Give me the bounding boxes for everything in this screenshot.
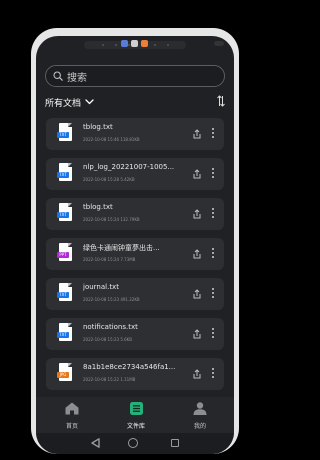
file-meta: 2022-10-08 15:24 132.79KB xyxy=(83,217,140,222)
share-icon[interactable] xyxy=(192,169,202,179)
status-app-icon xyxy=(141,40,148,47)
file-list-item[interactable]: TXT tblog.txt 2022-10-08 15:46 118.81KB xyxy=(46,118,224,150)
file-name: tblog.txt xyxy=(83,203,113,211)
file-icon: JPG xyxy=(57,363,73,383)
phone-frame: 搜索 所有文档 TXT tblog.txt 2022-10-08 15:46 118… xyxy=(31,28,239,454)
chevron-down-icon[interactable] xyxy=(85,99,94,105)
more-options-icon[interactable] xyxy=(212,368,214,378)
nav-home[interactable]: 首页 xyxy=(52,400,92,430)
back-icon[interactable] xyxy=(91,438,100,448)
file-type-badge: TXT xyxy=(57,172,69,178)
more-options-icon[interactable] xyxy=(212,208,214,218)
file-meta: 2022-10-08 15:23 491.22KB xyxy=(83,297,140,302)
file-name: 绿色卡通闹钟童夢出击... xyxy=(83,244,160,252)
file-meta: 2022-10-08 15:22 1.11MB xyxy=(83,377,136,382)
filter-row: 所有文档 xyxy=(45,95,225,109)
file-name: journal.txt xyxy=(83,283,119,291)
status-bar xyxy=(36,36,234,56)
more-options-icon[interactable] xyxy=(212,128,214,138)
system-navigation-bar xyxy=(36,433,234,454)
more-options-icon[interactable] xyxy=(212,168,214,178)
nav-files[interactable]: 文件库 xyxy=(116,400,156,430)
file-meta: 2022-10-08 15:24 7.73MB xyxy=(83,257,136,262)
share-icon[interactable] xyxy=(192,329,202,339)
file-list-item[interactable]: JPG 8a1b1e8ce2734a546fa1... 2022-10-08 15:… xyxy=(46,358,224,390)
home-button-icon[interactable] xyxy=(128,438,138,448)
file-type-badge: TXT xyxy=(57,332,69,338)
profile-icon xyxy=(193,402,207,415)
more-options-icon[interactable] xyxy=(212,248,214,258)
file-icon: TXT xyxy=(57,203,73,223)
file-icon: TXT xyxy=(57,123,73,143)
more-options-icon[interactable] xyxy=(212,328,214,338)
bottom-navigation: 首页 文件库 我的 xyxy=(36,397,234,433)
filter-dropdown-label[interactable]: 所有文档 xyxy=(45,96,81,109)
file-meta: 2022-10-08 15:46 118.81KB xyxy=(83,137,140,142)
file-type-badge: PPT xyxy=(57,252,69,258)
home-icon xyxy=(65,402,79,415)
recent-apps-icon[interactable] xyxy=(171,439,179,447)
nav-home-label: 首页 xyxy=(65,423,78,430)
file-type-badge: TXT xyxy=(57,292,69,298)
file-icon: TXT xyxy=(57,283,73,303)
share-icon[interactable] xyxy=(192,249,202,259)
status-icons xyxy=(121,40,148,47)
file-name: nlp_log_20221007-1005... xyxy=(83,163,175,171)
search-input[interactable]: 搜索 xyxy=(45,65,225,87)
file-type-badge: TXT xyxy=(57,212,69,218)
file-list-item[interactable]: TXT tblog.txt 2022-10-08 15:24 132.79KB xyxy=(46,198,224,230)
nav-files-label: 文件库 xyxy=(126,423,145,430)
library-icon xyxy=(129,402,143,415)
status-app-icon xyxy=(131,40,138,47)
share-icon[interactable] xyxy=(192,369,202,379)
nav-mine[interactable]: 我的 xyxy=(180,400,220,430)
file-list-item[interactable]: TXT notifications.txt 2022-10-08 15:23 5.6… xyxy=(46,318,224,350)
file-list-item[interactable]: TXT nlp_log_20221007-1005... 2022-10-08 15… xyxy=(46,158,224,190)
file-meta: 2022-10-08 15:28 5.42KB xyxy=(83,177,135,182)
file-list-item[interactable]: PPT 绿色卡通闹钟童夢出击... 2022-10-08 15:24 7.73MB xyxy=(46,238,224,270)
share-icon[interactable] xyxy=(192,289,202,299)
camera xyxy=(214,41,224,46)
share-icon[interactable] xyxy=(192,129,202,139)
sort-icon[interactable] xyxy=(217,95,225,107)
file-meta: 2022-10-08 15:23 5.6KB xyxy=(83,337,133,342)
status-app-icon xyxy=(121,40,128,47)
file-icon: PPT xyxy=(57,243,73,263)
file-icon: TXT xyxy=(57,323,73,343)
file-type-badge: JPG xyxy=(57,372,69,378)
more-options-icon[interactable] xyxy=(212,288,214,298)
file-type-badge: TXT xyxy=(57,132,69,138)
file-list-item[interactable]: TXT journal.txt 2022-10-08 15:23 491.22KB xyxy=(46,278,224,310)
app-screen: 搜索 所有文档 TXT tblog.txt 2022-10-08 15:46 118… xyxy=(36,36,234,454)
file-name: tblog.txt xyxy=(83,123,113,131)
file-name: 8a1b1e8ce2734a546fa1... xyxy=(83,363,176,371)
share-icon[interactable] xyxy=(192,209,202,219)
file-icon: TXT xyxy=(57,163,73,183)
nav-mine-label: 我的 xyxy=(193,423,206,430)
search-icon xyxy=(53,71,63,81)
file-name: notifications.txt xyxy=(83,323,138,331)
search-placeholder: 搜索 xyxy=(67,72,87,84)
